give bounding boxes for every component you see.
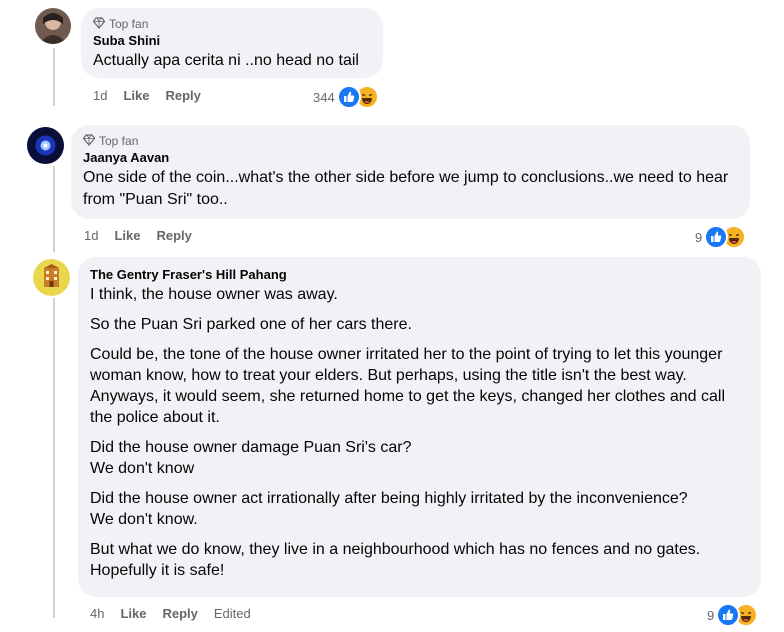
comment-bubble: The Gentry Fraser's Hill Pahang I think,… [78, 257, 761, 597]
like-button[interactable]: Like [114, 228, 140, 243]
like-icon [336, 85, 361, 109]
comment-paragraph: Did the house owner act irrationally aft… [90, 490, 688, 528]
avatar[interactable] [35, 8, 71, 44]
avatar[interactable] [33, 259, 70, 296]
reaction-count: 9 [695, 229, 703, 245]
reply-button[interactable]: Reply [156, 228, 191, 243]
badge-label: Top fan [109, 17, 149, 31]
reaction-count: 9 [707, 607, 715, 623]
comment-paragraph: Could be, the tone of the house owner ir… [90, 346, 726, 426]
comment-bubble: Top fan Jaanya Aavan One side of the coi… [71, 125, 750, 219]
comment-text: Actually apa cerita ni ..no head no tail [93, 50, 371, 72]
like-icon [704, 225, 729, 249]
avatar[interactable] [27, 127, 64, 164]
diamond-icon [82, 133, 96, 149]
comment-paragraph: Did the house owner damage Puan Sri's ca… [90, 439, 412, 477]
author-name[interactable]: Suba Shini [93, 32, 371, 50]
reaction-count: 344 [313, 89, 335, 105]
comment-paragraph: Actually apa cerita ni ..no head no tail [93, 52, 359, 69]
author-name[interactable]: The Gentry Fraser's Hill Pahang [90, 266, 749, 284]
like-button[interactable]: Like [120, 606, 146, 621]
diamond-icon [92, 16, 106, 32]
comment-actions: 4h Like Reply Edited [90, 606, 251, 621]
comment-text: One side of the coin...what's the other … [83, 167, 738, 211]
author-name[interactable]: Jaanya Aavan [83, 149, 738, 167]
edited-label[interactable]: Edited [214, 606, 251, 621]
comment-bubble: Top fan Suba Shini Actually apa cerita n… [81, 8, 383, 78]
comment-actions: 1d Like Reply [84, 228, 192, 243]
comment-paragraph: I think, the house owner was away. [90, 286, 338, 303]
reply-button[interactable]: Reply [165, 88, 200, 103]
comment-actions: 1d Like Reply [93, 88, 201, 103]
comment-paragraph: So the Puan Sri parked one of her cars t… [90, 316, 412, 333]
timestamp[interactable]: 1d [93, 88, 107, 103]
reaction-summary[interactable]: 9 [707, 603, 759, 627]
badge-label: Top fan [99, 134, 139, 148]
reply-button[interactable]: Reply [162, 606, 197, 621]
timestamp[interactable]: 4h [90, 606, 104, 621]
comment-paragraph: But what we do know, they live in a neig… [90, 541, 701, 579]
top-fan-badge: Top fan [82, 133, 738, 149]
top-fan-badge: Top fan [92, 16, 371, 32]
timestamp[interactable]: 1d [84, 228, 98, 243]
like-icon [716, 603, 741, 627]
thread-line [53, 166, 55, 252]
like-button[interactable]: Like [123, 88, 149, 103]
thread-line [53, 48, 55, 106]
comment-text: I think, the house owner was away. So th… [90, 284, 749, 581]
comment-paragraph: One side of the coin...what's the other … [83, 169, 729, 208]
reaction-summary[interactable]: 344 [313, 85, 379, 109]
thread-line [53, 298, 55, 618]
reaction-summary[interactable]: 9 [695, 225, 747, 249]
